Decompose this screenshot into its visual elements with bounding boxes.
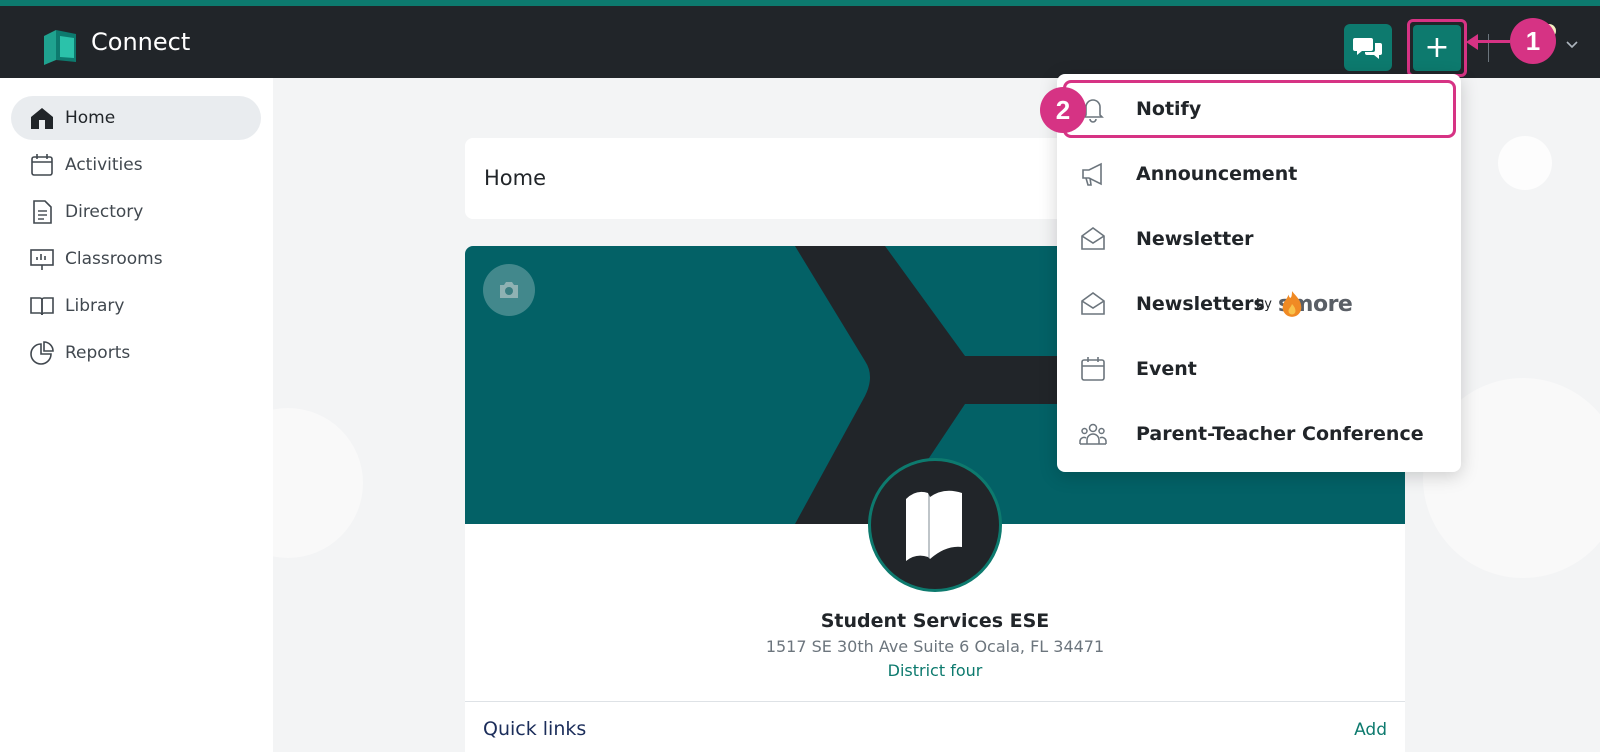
menu-item-label: Announcement [1136,163,1298,185]
app-title[interactable]: Connect [91,28,190,56]
smore-by-text: by [1256,296,1272,312]
menu-item-label: Newsletter [1136,228,1254,250]
home-icon [31,108,53,129]
camera-icon [500,282,518,298]
open-book-icon [30,297,54,316]
menu-item-newsletter[interactable]: Newsletter [1057,209,1461,269]
school-avatar[interactable] [868,458,1002,592]
callout-arrow-head [1466,34,1478,50]
step-badge-2: 2 [1040,87,1086,133]
menu-item-notify[interactable]: Notify [1057,79,1461,139]
menu-item-event[interactable]: Event [1057,339,1461,399]
sidebar-item-label: Home [65,108,116,128]
sidebar-item-library[interactable]: Library [11,284,261,328]
menu-item-label: Parent-Teacher Conference [1136,423,1424,445]
change-cover-button[interactable] [483,264,535,316]
sidebar-item-label: Library [65,296,125,316]
menu-item-label: Newsletters [1136,293,1265,315]
page-title: Home [484,166,547,190]
add-quick-link-button[interactable]: Add [1354,720,1387,740]
menu-item-label: Notify [1136,98,1202,120]
menu-item-announcement[interactable]: Announcement [1057,144,1461,204]
create-button-highlight: + [1407,19,1467,77]
sidebar-item-classrooms[interactable]: Classrooms [11,237,261,281]
sidebar-item-reports[interactable]: Reports [11,331,261,375]
create-button[interactable]: + [1413,25,1461,71]
flame-icon [1282,291,1302,317]
sidebar-item-directory[interactable]: Directory [11,190,261,234]
divider [465,701,1405,702]
calendar-icon [1081,357,1105,381]
sidebar-item-label: Classrooms [65,249,163,269]
school-district-link[interactable]: District four [465,661,1405,680]
sidebar-item-label: Directory [65,202,144,222]
document-icon [33,200,52,224]
quick-links-title: Quick links [483,718,587,740]
top-navigation-bar: Connect + [0,6,1600,78]
step-badge-1: 1 [1510,18,1556,64]
sidebar-item-label: Reports [65,343,131,363]
envelope-open-icon [1081,292,1105,315]
books-icon [906,490,962,561]
envelope-open-icon [1081,227,1105,250]
chevron-down-icon[interactable] [1565,38,1579,52]
presentation-board-icon [30,249,54,270]
menu-item-parent-teacher-conference[interactable]: Parent-Teacher Conference [1057,404,1461,464]
calendar-icon [31,154,53,176]
sidebar-item-label: Activities [65,155,143,175]
chat-bubbles-icon [1353,37,1382,59]
header-separator [1488,34,1489,62]
school-address: 1517 SE 30th Ave Suite 6 Ocala, FL 34471 [765,637,1105,656]
messages-button[interactable] [1344,24,1392,71]
plus-icon: + [1424,30,1450,65]
connect-logo-icon[interactable] [42,28,78,66]
background-decoration [1498,136,1552,190]
menu-item-newsletters-smore[interactable]: Newsletters by smore [1057,274,1461,334]
smore-brand: by smore [1256,291,1353,317]
sidebar: Home Activities Directory Classrooms Lib… [0,78,273,752]
people-group-icon [1079,423,1107,445]
megaphone-icon [1082,162,1102,186]
sidebar-item-home[interactable]: Home [11,96,261,140]
pie-chart-icon [30,341,54,365]
background-decoration [273,408,363,558]
school-name: Student Services ESE [820,610,1050,632]
create-menu-dropdown: Notify Announcement Newsletter Newslette… [1057,74,1461,472]
menu-item-label: Event [1136,358,1197,380]
sidebar-item-activities[interactable]: Activities [11,143,261,187]
